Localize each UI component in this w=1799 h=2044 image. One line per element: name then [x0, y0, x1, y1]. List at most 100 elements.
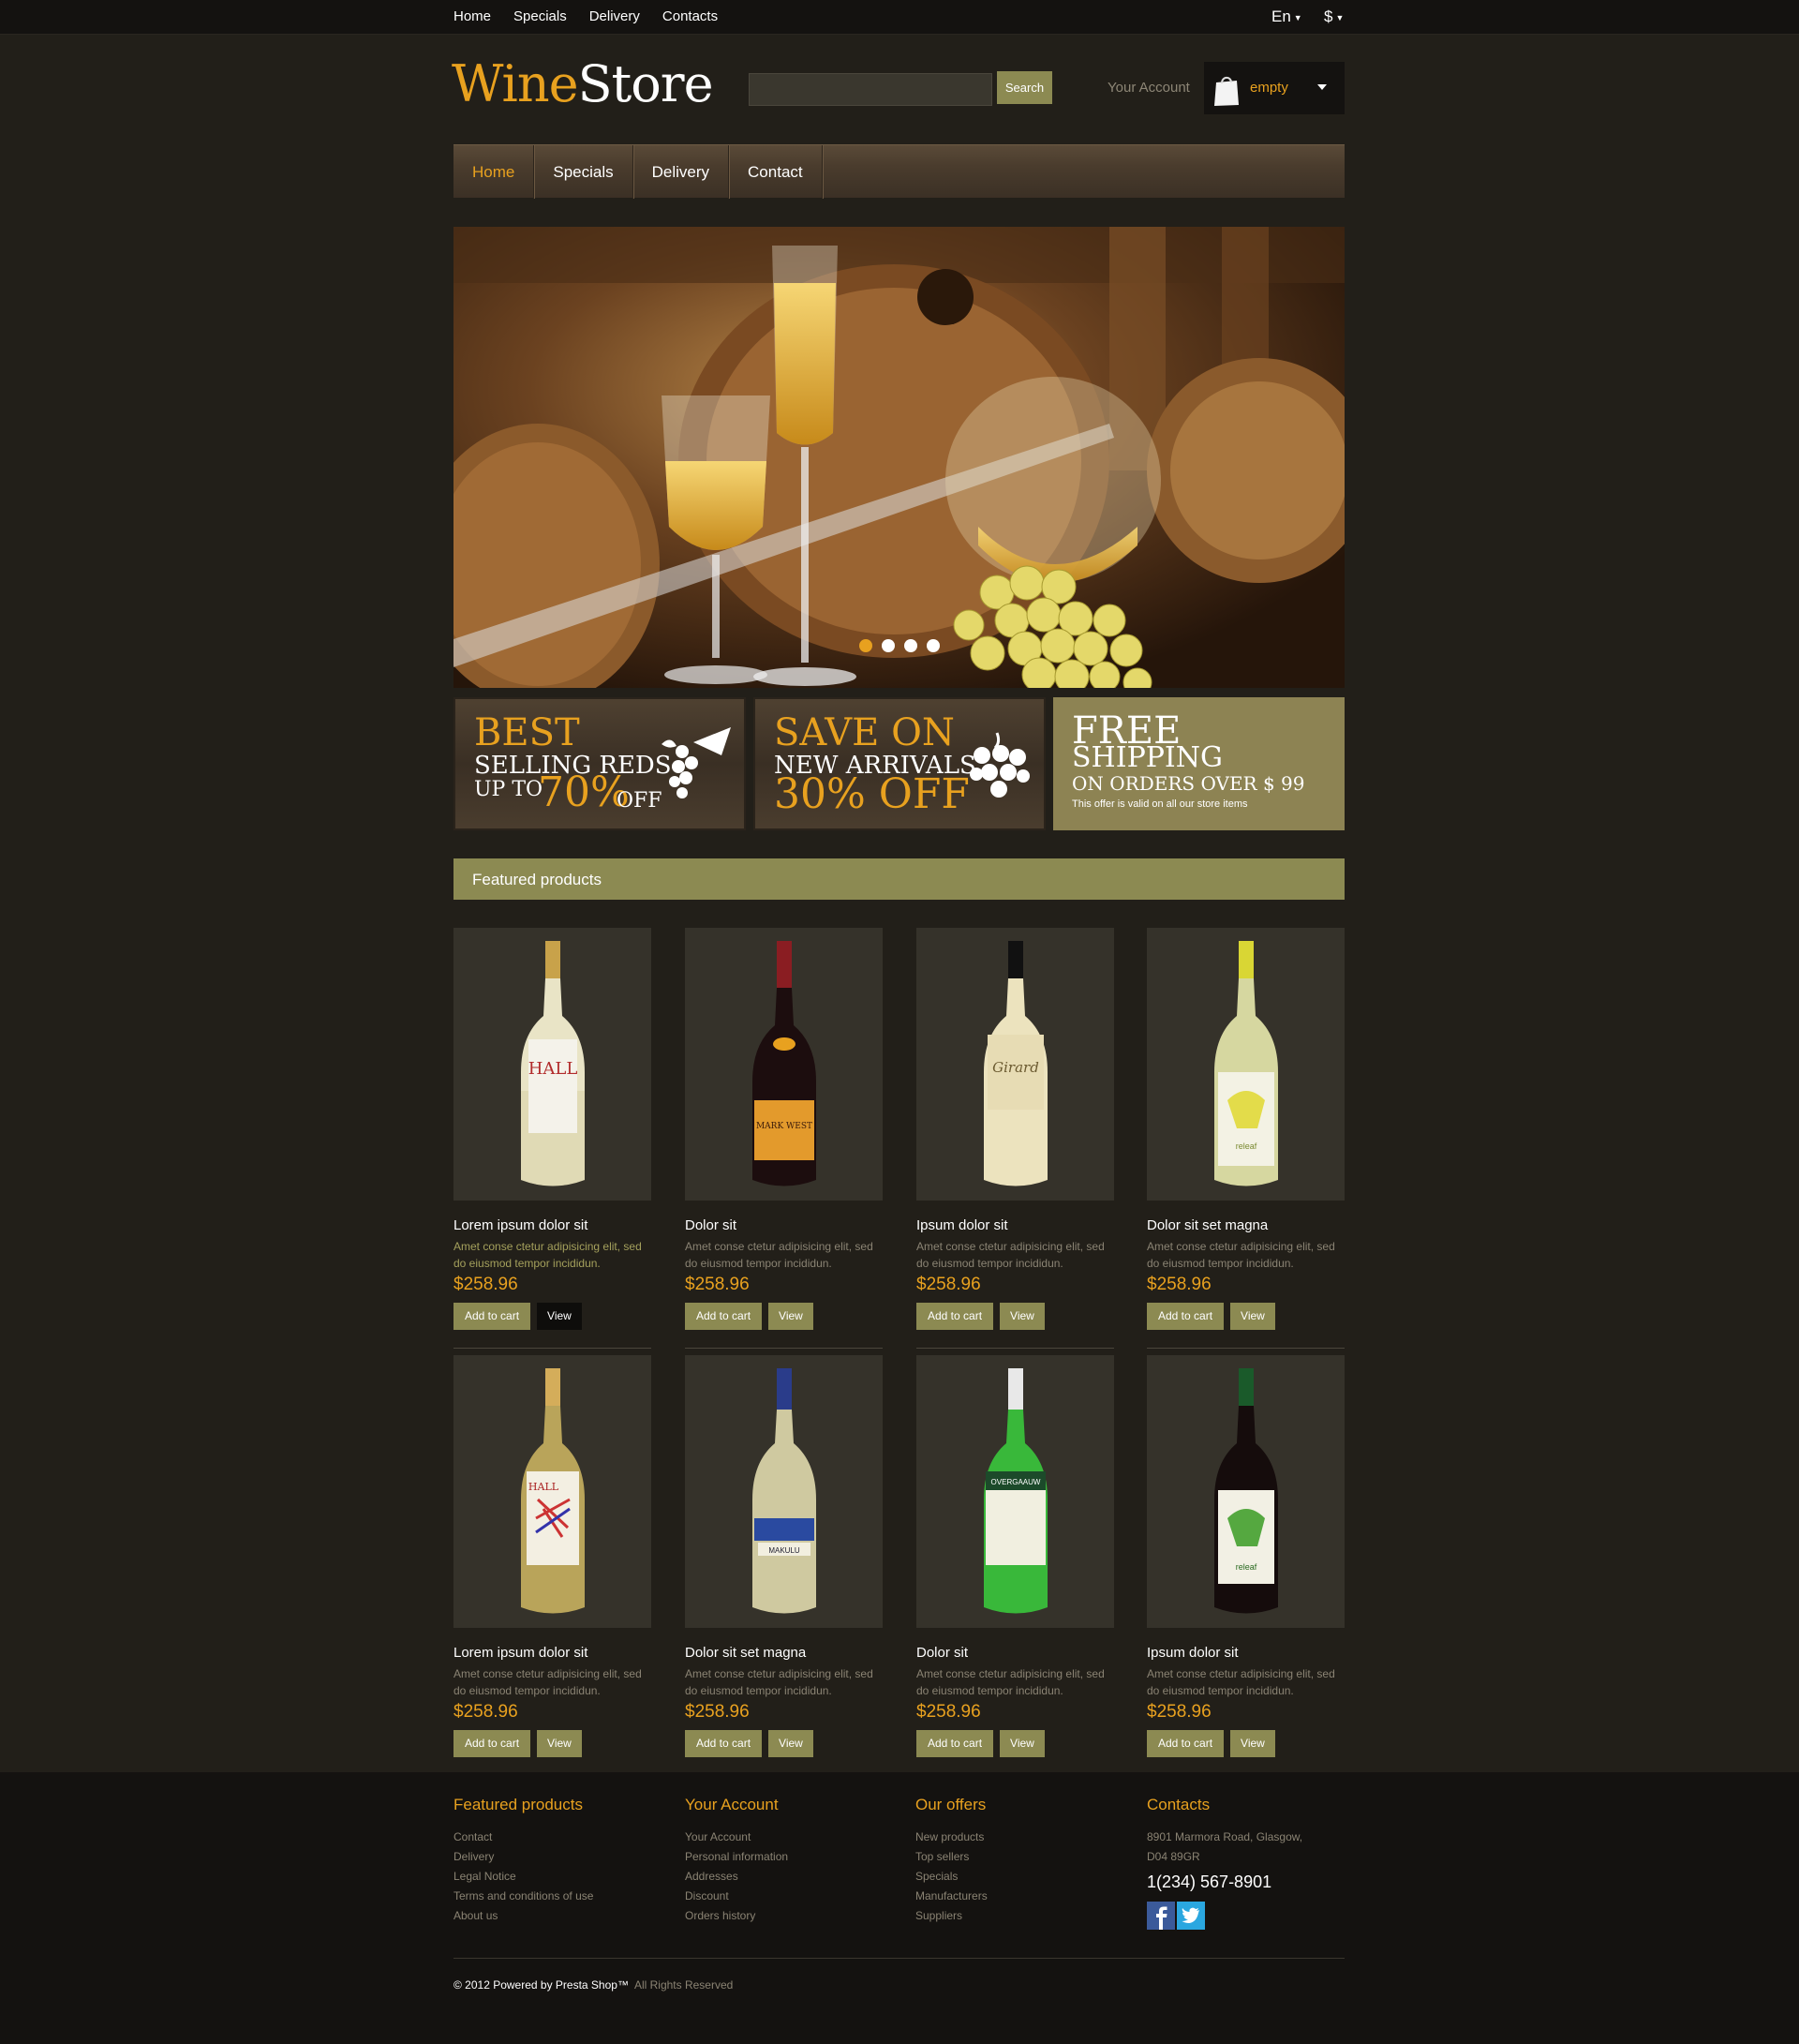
hero-slider[interactable] — [453, 227, 1345, 688]
view-button[interactable]: View — [1230, 1730, 1275, 1757]
footer-link[interactable]: Delivery — [453, 1847, 593, 1867]
footer-link[interactable]: Suppliers — [915, 1906, 988, 1926]
product-image[interactable]: MARK WEST — [685, 928, 883, 1201]
view-button[interactable]: View — [537, 1303, 582, 1330]
footer-link[interactable]: Personal information — [685, 1847, 788, 1867]
footer-col-title[interactable]: Your Account — [685, 1796, 788, 1814]
main-nav-specials[interactable]: Specials — [534, 145, 633, 199]
add-to-cart-button[interactable]: Add to cart — [1147, 1730, 1225, 1757]
promo-free-shipping[interactable]: FREE SHIPPING ON ORDERS OVER $ 99 This o… — [1053, 697, 1345, 830]
slider-dot[interactable] — [904, 639, 917, 652]
language-selector[interactable]: En ▼ — [1271, 7, 1302, 26]
footer-link[interactable]: Your Account — [685, 1828, 788, 1847]
section-title: Featured products — [472, 871, 602, 888]
chevron-down-icon: ▼ — [1293, 12, 1302, 22]
footer-link[interactable]: Top sellers — [915, 1847, 988, 1867]
product-image[interactable]: releaf — [1147, 928, 1345, 1201]
product-image[interactable]: HALL — [453, 928, 651, 1201]
footer-link[interactable]: Legal Notice — [453, 1867, 593, 1887]
product-name[interactable]: Dolor sit — [916, 1645, 1114, 1661]
rights-text: All Rights Reserved — [633, 1978, 734, 1992]
product-name[interactable]: Ipsum dolor sit — [1147, 1645, 1345, 1661]
top-nav-delivery[interactable]: Delivery — [589, 8, 640, 24]
product-description: Amet conse ctetur adipisicing elit, sed … — [916, 1667, 1105, 1697]
footer-link[interactable]: New products — [915, 1828, 988, 1847]
product-price: $258.96 — [1147, 1275, 1212, 1294]
view-button[interactable]: View — [1230, 1303, 1275, 1330]
product-card: releaf Ipsum dolor sit Amet conse ctetur… — [1147, 1355, 1345, 1757]
currency-selector[interactable]: $ ▼ — [1324, 7, 1344, 26]
shopping-bag-icon — [1214, 76, 1239, 106]
footer-col-account: Your Account Your Account Personal infor… — [685, 1796, 788, 1926]
footer-col-title[interactable]: Our offers — [915, 1796, 988, 1814]
product-price: $258.96 — [1147, 1702, 1212, 1722]
footer-phone: 1(234) 567-8901 — [1147, 1872, 1272, 1891]
footer-link[interactable]: Specials — [915, 1867, 988, 1887]
product-card: HALL Lorem ipsum dolor sit Amet conse ct… — [453, 928, 651, 1349]
divider — [453, 1348, 651, 1349]
view-button[interactable]: View — [1000, 1730, 1045, 1757]
add-to-cart-button[interactable]: Add to cart — [1147, 1303, 1225, 1330]
product-image[interactable]: OVERGAAUW — [916, 1355, 1114, 1628]
add-to-cart-button[interactable]: Add to cart — [453, 1730, 531, 1757]
footer-link[interactable]: Discount — [685, 1887, 788, 1906]
view-button[interactable]: View — [768, 1730, 813, 1757]
slider-dot[interactable] — [882, 639, 895, 652]
chevron-down-icon[interactable] — [1317, 84, 1327, 90]
product-image[interactable]: HALL — [453, 1355, 651, 1628]
add-to-cart-button[interactable]: Add to cart — [453, 1303, 531, 1330]
view-button[interactable]: View — [537, 1730, 582, 1757]
hero-image-wine-glasses — [453, 227, 1345, 688]
add-to-cart-button[interactable]: Add to cart — [916, 1303, 994, 1330]
search-input[interactable] — [749, 73, 992, 106]
top-nav-specials[interactable]: Specials — [513, 8, 567, 24]
footer-link[interactable]: Addresses — [685, 1867, 788, 1887]
main-nav-contact[interactable]: Contact — [729, 145, 823, 199]
wine-bottle-white-icon: HALL — [520, 941, 585, 1186]
product-name[interactable]: Ipsum dolor sit — [916, 1217, 1114, 1233]
product-price: $258.96 — [453, 1702, 518, 1722]
footer-col-title[interactable]: Featured products — [453, 1796, 593, 1814]
top-nav-home[interactable]: Home — [453, 8, 491, 24]
svg-text:HALL: HALL — [528, 1059, 577, 1079]
footer-link[interactable]: About us — [453, 1906, 593, 1926]
promo-save-on-new-arrivals[interactable]: SAVE ON NEW ARRIVALS 30% OFF — [753, 697, 1046, 830]
product-card: Girard Ipsum dolor sit Amet conse ctetur… — [916, 928, 1114, 1349]
footer-link[interactable]: Terms and conditions of use — [453, 1887, 593, 1906]
footer-link[interactable]: Orders history — [685, 1906, 788, 1926]
footer-col-contacts: Contacts 8901 Marmora Road, Glasgow, D04… — [1147, 1796, 1302, 1930]
add-to-cart-button[interactable]: Add to cart — [916, 1730, 994, 1757]
view-button[interactable]: View — [1000, 1303, 1045, 1330]
product-image[interactable]: releaf — [1147, 1355, 1345, 1628]
footer-link[interactable]: Contact — [453, 1828, 593, 1847]
svg-text:releaf: releaf — [1235, 1562, 1256, 1572]
product-name[interactable]: Lorem ipsum dolor sit — [453, 1645, 651, 1661]
main-nav-delivery[interactable]: Delivery — [633, 145, 730, 199]
facebook-icon[interactable] — [1147, 1902, 1175, 1930]
view-button[interactable]: View — [768, 1303, 813, 1330]
product-image[interactable]: MAKULU — [685, 1355, 883, 1628]
main-nav-home[interactable]: Home — [453, 145, 535, 199]
twitter-icon[interactable] — [1177, 1902, 1205, 1930]
cart-widget[interactable]: empty — [1204, 62, 1345, 114]
product-description: Amet conse ctetur adipisicing elit, sed … — [453, 1240, 642, 1270]
slider-dot[interactable] — [859, 639, 872, 652]
search-button[interactable]: Search — [997, 71, 1052, 104]
promo-line3a: UP TO — [474, 778, 543, 801]
add-to-cart-button[interactable]: Add to cart — [685, 1303, 763, 1330]
product-name[interactable]: Dolor sit — [685, 1217, 883, 1233]
product-image[interactable]: Girard — [916, 928, 1114, 1201]
add-to-cart-button[interactable]: Add to cart — [685, 1730, 763, 1757]
product-name[interactable]: Dolor sit set magna — [685, 1645, 883, 1661]
product-name[interactable]: Dolor sit set magna — [1147, 1217, 1345, 1233]
site-logo[interactable]: WineStore — [452, 54, 714, 114]
product-card: MARK WEST Dolor sit Amet conse ctetur ad… — [685, 928, 883, 1349]
top-nav-contacts[interactable]: Contacts — [662, 8, 718, 24]
divider — [685, 1348, 883, 1349]
product-name[interactable]: Lorem ipsum dolor sit — [453, 1217, 651, 1233]
slider-dot[interactable] — [927, 639, 940, 652]
promo-best-selling-reds[interactable]: BEST SELLING REDS UP TO 70% OFF — [453, 697, 746, 830]
footer-link[interactable]: Manufacturers — [915, 1887, 988, 1906]
footer-address-line: 8901 Marmora Road, Glasgow, — [1147, 1830, 1303, 1843]
your-account-link[interactable]: Your Account — [1108, 80, 1190, 96]
